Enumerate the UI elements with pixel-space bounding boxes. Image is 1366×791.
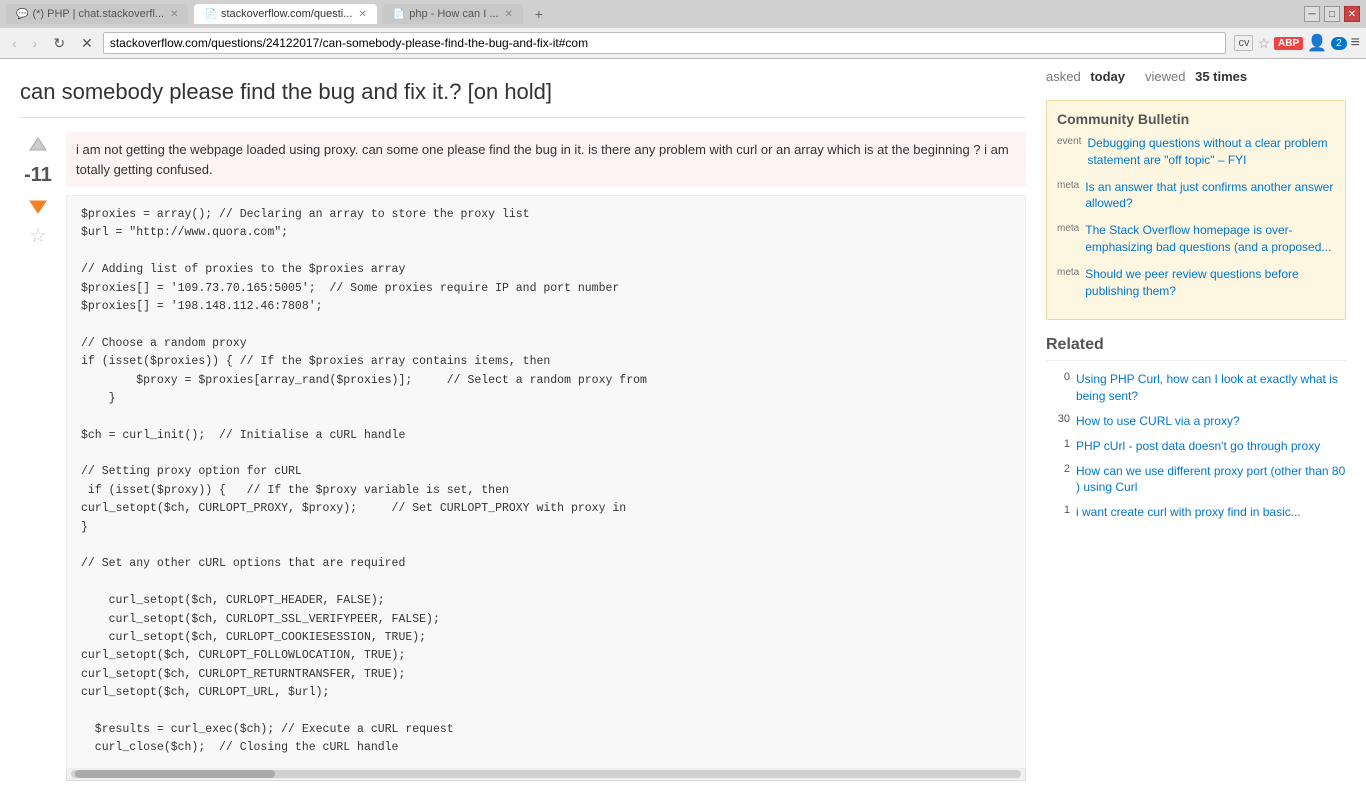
- asked-section: asked today: [1046, 69, 1125, 84]
- asked-label: asked: [1046, 69, 1081, 84]
- related-title: Related: [1046, 336, 1346, 361]
- user-icon[interactable]: 👤: [1307, 33, 1327, 53]
- back-btn[interactable]: ‹: [6, 33, 23, 53]
- bulletin-tag-1: meta: [1057, 179, 1079, 191]
- upvote-icon: [26, 134, 50, 158]
- scroll-thumb[interactable]: [75, 770, 275, 778]
- related-item-1: 30 How to use CURL via a proxy?: [1046, 413, 1346, 430]
- bulletin-item-3: meta Should we peer review questions bef…: [1057, 266, 1335, 300]
- tab-favicon: 💬: [16, 9, 28, 20]
- bulletin-link-0[interactable]: Debugging questions without a clear prob…: [1087, 135, 1335, 169]
- cv-icon[interactable]: cv: [1234, 35, 1253, 51]
- code-scrollbar[interactable]: [66, 769, 1026, 781]
- tab-close-btn-2[interactable]: ✕: [358, 9, 366, 20]
- vote-column: -11 ☆: [20, 132, 56, 781]
- vote-up-btn[interactable]: [24, 132, 52, 160]
- bulletin-link-1[interactable]: Is an answer that just confirms another …: [1085, 179, 1335, 213]
- favorite-btn[interactable]: ☆: [29, 223, 47, 248]
- tab-close-btn-3[interactable]: ✕: [505, 9, 513, 20]
- vote-down-btn[interactable]: [24, 191, 52, 219]
- related-item-3: 2 How can we use different proxy port (o…: [1046, 463, 1346, 497]
- page-content: can somebody please find the bug and fix…: [0, 59, 1366, 791]
- star-icon[interactable]: ☆: [1257, 35, 1270, 52]
- bulletin-item-1: meta Is an answer that just confirms ano…: [1057, 179, 1335, 213]
- address-bar[interactable]: [103, 32, 1227, 54]
- adblock-badge: ABP: [1274, 37, 1303, 50]
- browser-chrome: 💬 (*) PHP | chat.stackoverfl... ✕ 📄 stac…: [0, 0, 1366, 59]
- tab-bar: 💬 (*) PHP | chat.stackoverfl... ✕ 📄 stac…: [6, 4, 549, 24]
- tab-php-chat[interactable]: 💬 (*) PHP | chat.stackoverfl... ✕: [6, 4, 188, 24]
- related-count-1: 30: [1046, 413, 1070, 425]
- notif-badge[interactable]: 2: [1331, 37, 1347, 50]
- bulletin-item-0: event Debugging questions without a clea…: [1057, 135, 1335, 169]
- related-item-2: 1 PHP cUrl - post data doesn't go throug…: [1046, 438, 1346, 455]
- tab-favicon-3: 📄: [393, 9, 405, 20]
- related-item-0: 0 Using PHP Curl, how can I look at exac…: [1046, 371, 1346, 405]
- tab-php-howcan[interactable]: 📄 php - How can I ... ✕: [383, 4, 523, 24]
- main-column: can somebody please find the bug and fix…: [20, 69, 1046, 781]
- bulletin-link-3[interactable]: Should we peer review questions before p…: [1085, 266, 1335, 300]
- minimize-btn[interactable]: ─: [1304, 6, 1320, 22]
- bulletin-tag-0: event: [1057, 135, 1081, 147]
- menu-icon[interactable]: ≡: [1351, 34, 1360, 52]
- tab-stackoverflow[interactable]: 📄 stackoverflow.com/questi... ✕: [194, 4, 376, 24]
- downvote-icon: [26, 193, 50, 217]
- related-item-4: 1 i want create curl with proxy find in …: [1046, 504, 1346, 521]
- related-count-4: 1: [1046, 504, 1070, 516]
- related-count-0: 0: [1046, 371, 1070, 383]
- question-title: can somebody please find the bug and fix…: [20, 69, 1026, 118]
- question-area: -11 ☆ i am not getting the webpage loade…: [20, 132, 1026, 781]
- question-text: i am not getting the webpage loaded usin…: [66, 132, 1026, 187]
- question-text-content: i am not getting the webpage loaded usin…: [76, 142, 1009, 177]
- related-count-2: 1: [1046, 438, 1070, 450]
- bulletin-link-2[interactable]: The Stack Overflow homepage is over-emph…: [1085, 222, 1335, 256]
- vote-count: -11: [24, 164, 52, 187]
- asked-value: today: [1090, 69, 1125, 84]
- browser-nav-icons: cv ☆ ABP 👤 2 ≡: [1234, 33, 1360, 53]
- sidebar: asked today viewed 35 times Community Bu…: [1046, 69, 1346, 781]
- related-section: Related 0 Using PHP Curl, how can I look…: [1046, 336, 1346, 521]
- related-link-4[interactable]: i want create curl with proxy find in ba…: [1076, 504, 1301, 521]
- related-link-2[interactable]: PHP cUrl - post data doesn't go through …: [1076, 438, 1320, 455]
- new-tab-btn[interactable]: +: [529, 4, 549, 24]
- bulletin-title: Community Bulletin: [1057, 111, 1335, 127]
- bulletin-tag-3: meta: [1057, 266, 1079, 278]
- tab-label-2: stackoverflow.com/questi...: [221, 8, 352, 20]
- close-load-btn[interactable]: ✕: [75, 33, 99, 54]
- scroll-track: [71, 770, 1021, 778]
- close-btn[interactable]: ✕: [1344, 6, 1360, 22]
- bulletin-item-2: meta The Stack Overflow homepage is over…: [1057, 222, 1335, 256]
- bulletin-tag-2: meta: [1057, 222, 1079, 234]
- forward-btn[interactable]: ›: [27, 33, 44, 53]
- tab-close-btn[interactable]: ✕: [170, 9, 178, 20]
- tab-label: (*) PHP | chat.stackoverfl...: [32, 8, 164, 20]
- related-link-0[interactable]: Using PHP Curl, how can I look at exactl…: [1076, 371, 1346, 405]
- viewed-section: viewed 35 times: [1145, 69, 1247, 84]
- related-link-3[interactable]: How can we use different proxy port (oth…: [1076, 463, 1346, 497]
- title-bar: 💬 (*) PHP | chat.stackoverfl... ✕ 📄 stac…: [0, 0, 1366, 28]
- tab-label-3: php - How can I ...: [409, 8, 498, 20]
- tab-favicon-2: 📄: [204, 9, 216, 20]
- asked-info: asked today viewed 35 times: [1046, 69, 1346, 84]
- code-block[interactable]: $proxies = array(); // Declaring an arra…: [66, 195, 1026, 769]
- viewed-label: viewed: [1145, 69, 1185, 84]
- related-link-1[interactable]: How to use CURL via a proxy?: [1076, 413, 1240, 430]
- related-count-3: 2: [1046, 463, 1070, 475]
- community-bulletin: Community Bulletin event Debugging quest…: [1046, 100, 1346, 320]
- question-body: i am not getting the webpage loaded usin…: [66, 132, 1026, 781]
- viewed-value: 35 times: [1195, 69, 1247, 84]
- reload-btn[interactable]: ↻: [47, 33, 71, 54]
- nav-bar: ‹ › ↻ ✕ cv ☆ ABP 👤 2 ≡: [0, 28, 1366, 58]
- maximize-btn[interactable]: □: [1324, 6, 1340, 22]
- window-controls: ─ □ ✕: [1304, 6, 1360, 22]
